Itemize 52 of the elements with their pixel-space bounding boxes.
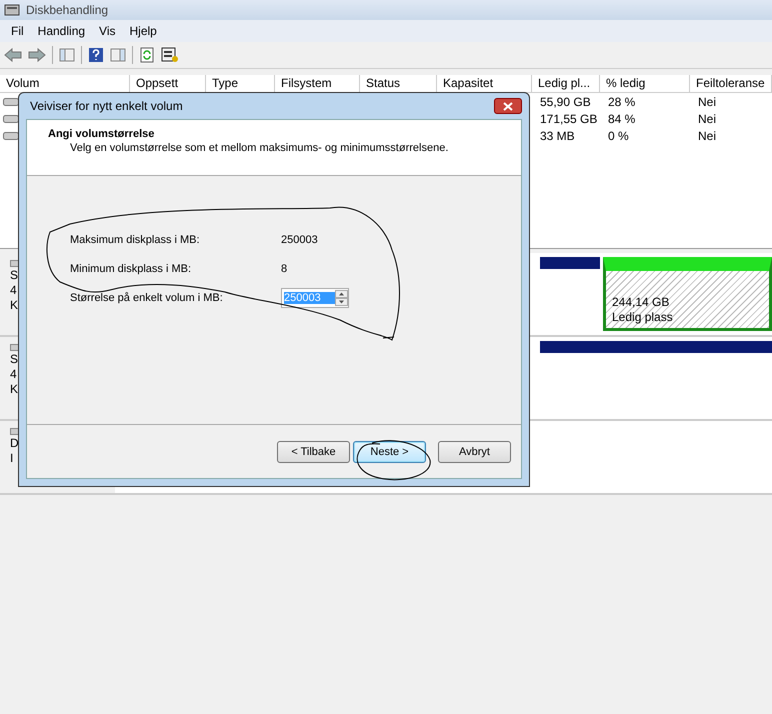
dialog-button[interactable]: Neste > — [353, 440, 426, 462]
properties-icon[interactable] — [161, 47, 179, 63]
field-label: Maksimum diskplass i MB: — [70, 234, 201, 246]
dialog-title: Veiviser for nytt enkelt volum — [30, 99, 183, 113]
disk-label: 4 — [10, 283, 17, 297]
dialog-button[interactable]: < Tilbake — [277, 440, 350, 462]
unallocated-partition[interactable]: 244,14 GB Ledig plass — [603, 257, 772, 331]
window-title: Diskbehandling — [26, 3, 108, 17]
field-value: 8 — [281, 263, 288, 275]
back-arrow-icon[interactable] — [4, 47, 22, 63]
table-cell-text: Nei — [697, 94, 718, 108]
field-label: Minimum diskplass i MB: — [70, 263, 192, 275]
table-cell-text: 33 MB — [539, 128, 576, 142]
table-cell-text: 28 % — [607, 94, 636, 108]
drive-icon — [3, 130, 19, 140]
partition-label: Ledig plass — [612, 310, 674, 325]
table-cell-text: Nei — [697, 112, 718, 126]
menu-item[interactable]: Hjelp — [122, 24, 164, 38]
field-label: Størrelse på enkelt volum i MB: — [70, 292, 224, 304]
disk-label: K — [10, 382, 18, 396]
drive-icon — [3, 96, 19, 106]
disk-label: K — [10, 298, 18, 312]
column-header[interactable]: Ledig pl... — [532, 75, 600, 92]
menu-item[interactable]: Handling — [30, 24, 92, 38]
table-cell-text: 55,90 GB — [539, 94, 592, 108]
disk-label: S — [10, 268, 18, 282]
table-cell-text: 84 % — [607, 112, 636, 126]
table-cell-text: Nei — [697, 128, 718, 142]
table-cell-text: 171,55 GB — [539, 112, 598, 126]
field-value: 250003 — [281, 234, 318, 246]
panel-icon[interactable] — [59, 48, 75, 62]
forward-arrow-icon[interactable] — [28, 47, 46, 63]
close-button[interactable] — [494, 98, 522, 114]
disk-label: I — [10, 451, 14, 465]
wizard-heading: Angi volumstørrelse — [48, 128, 156, 140]
help-icon[interactable] — [88, 47, 104, 63]
dialog-button[interactable]: Avbryt — [438, 440, 511, 462]
column-header[interactable]: % ledig — [600, 75, 690, 92]
refresh-icon[interactable] — [139, 47, 155, 63]
partition-bar — [540, 257, 600, 269]
menu-item[interactable]: Vis — [92, 24, 122, 38]
panel-icon[interactable] — [110, 48, 126, 62]
disk-label: S — [10, 352, 18, 366]
disk-label: D — [10, 436, 19, 450]
disk-label: 4 — [10, 367, 17, 381]
drive-icon — [3, 114, 19, 124]
column-header[interactable]: Feiltoleranse — [690, 75, 772, 92]
menu-item[interactable]: Fil — [4, 24, 31, 38]
close-icon — [503, 102, 513, 110]
partition-size: 244,14 GB — [612, 295, 670, 310]
wizard-subtitle: Velg en volumstørrelse som et mellom maksimums- og minimumsstørrelsene. — [69, 142, 450, 154]
table-cell-text: 0 % — [607, 128, 630, 142]
